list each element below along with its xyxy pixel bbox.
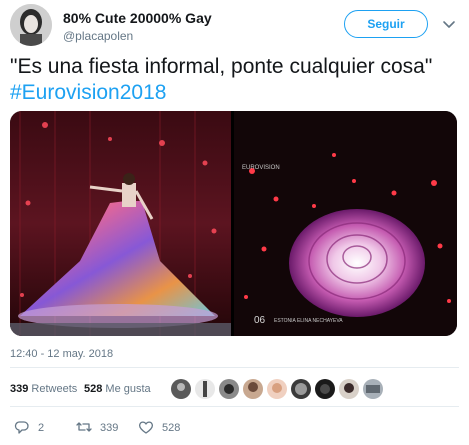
- likes-stat[interactable]: 528 Me gusta: [84, 383, 151, 395]
- reply-count: 2: [38, 422, 45, 434]
- like-count: 528: [162, 422, 181, 434]
- retweets-stat[interactable]: 339 Retweets: [10, 383, 77, 395]
- tweet-actions: 2 339 528: [10, 416, 459, 440]
- liker-avatar[interactable]: [195, 379, 215, 399]
- divider: [10, 367, 459, 368]
- tweet-media: EUROVISION 06 ESTONIA ELINA NECHAYEVA: [10, 111, 457, 336]
- tweet-timestamp[interactable]: 12:40 - 12 may. 2018: [10, 348, 113, 360]
- user-handle[interactable]: @placapolen: [63, 29, 133, 43]
- liker-avatar[interactable]: [315, 379, 335, 399]
- retweet-button[interactable]: 339: [76, 418, 118, 438]
- retweet-icon: [76, 419, 92, 438]
- follow-button[interactable]: Seguir: [344, 10, 428, 38]
- retweets-label: Retweets: [31, 383, 78, 395]
- retweets-count: 339: [10, 383, 29, 395]
- reply-icon: [14, 419, 30, 438]
- liker-avatar[interactable]: [171, 379, 191, 399]
- liker-avatar[interactable]: [267, 379, 287, 399]
- photo-stage-rose[interactable]: EUROVISION 06 ESTONIA ELINA NECHAYEVA: [234, 111, 457, 336]
- liker-avatar[interactable]: [219, 379, 239, 399]
- avatar[interactable]: [10, 4, 52, 46]
- tweet-header: 80% Cute 20000% Gay @placapolen Seguir: [10, 4, 459, 48]
- like-button[interactable]: 528: [138, 418, 180, 438]
- hashtag-link[interactable]: #Eurovision2018: [10, 80, 460, 106]
- liker-avatar[interactable]: [363, 379, 383, 399]
- liker-avatar[interactable]: [339, 379, 359, 399]
- tweet-quote: "Es una fiesta informal, ponte cualquier…: [10, 55, 433, 78]
- display-name[interactable]: 80% Cute 20000% Gay: [63, 10, 212, 26]
- liker-avatar[interactable]: [291, 379, 311, 399]
- divider: [10, 406, 459, 407]
- overlay-bottom-number: 06: [254, 315, 266, 326]
- likes-label: Me gusta: [105, 383, 151, 395]
- retweet-count: 339: [100, 422, 119, 434]
- tweet-stats: 339 Retweets 528 Me gusta: [10, 374, 459, 404]
- likes-count: 528: [84, 383, 103, 395]
- tweet-text: "Es una fiesta informal, ponte cualquier…: [10, 54, 460, 106]
- liker-avatar[interactable]: [243, 379, 263, 399]
- overlay-top-text: EUROVISION: [242, 165, 280, 171]
- like-icon: [138, 419, 154, 438]
- photo-singer-dress[interactable]: [10, 111, 231, 336]
- overlay-bottom-text: ESTONIA ELINA NECHAYEVA: [274, 318, 343, 324]
- reply-button[interactable]: 2: [14, 418, 44, 438]
- chevron-down-icon[interactable]: [441, 16, 457, 32]
